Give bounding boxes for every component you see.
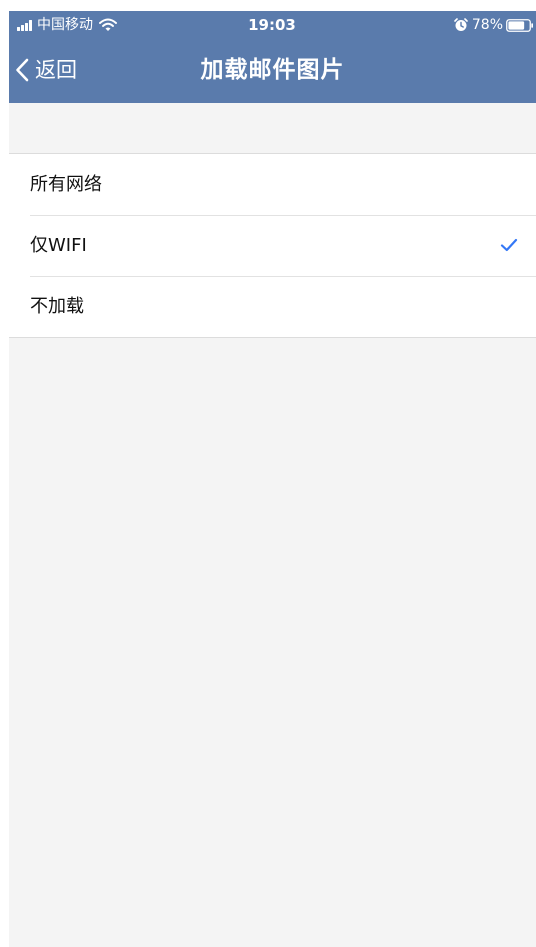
app-screen: 中国移动 19:03 78% 返回 加载邮件图片 所有网络 仅WIFI 不加载	[9, 11, 536, 947]
status-left: 中国移动	[17, 16, 117, 34]
back-button[interactable]: 返回	[15, 53, 77, 87]
checkmark-icon	[500, 238, 518, 252]
option-label: 仅WIFI	[30, 235, 87, 256]
top-bar: 中国移动 19:03 78% 返回 加载邮件图片	[9, 11, 536, 103]
option-label: 不加载	[30, 296, 84, 317]
chevron-left-icon	[16, 58, 29, 82]
option-no-load[interactable]: 不加载	[9, 276, 536, 337]
option-label: 所有网络	[30, 174, 102, 195]
battery-percentage: 78%	[471, 17, 503, 33]
option-wifi-only[interactable]: 仅WIFI	[9, 215, 536, 276]
wifi-icon	[99, 18, 117, 31]
page-title: 加载邮件图片	[200, 57, 345, 83]
option-all-networks[interactable]: 所有网络	[9, 154, 536, 215]
status-time: 19:03	[248, 16, 296, 34]
signal-icon	[17, 19, 33, 31]
battery-icon	[506, 18, 533, 32]
option-list: 所有网络 仅WIFI 不加载	[9, 153, 536, 338]
back-label: 返回	[35, 58, 77, 82]
navigation-bar: 返回 加载邮件图片	[9, 39, 536, 103]
status-right: 78%	[454, 16, 534, 34]
alarm-icon	[454, 18, 468, 31]
status-bar: 中国移动 19:03 78%	[9, 11, 536, 39]
carrier-name: 中国移动	[37, 17, 93, 33]
